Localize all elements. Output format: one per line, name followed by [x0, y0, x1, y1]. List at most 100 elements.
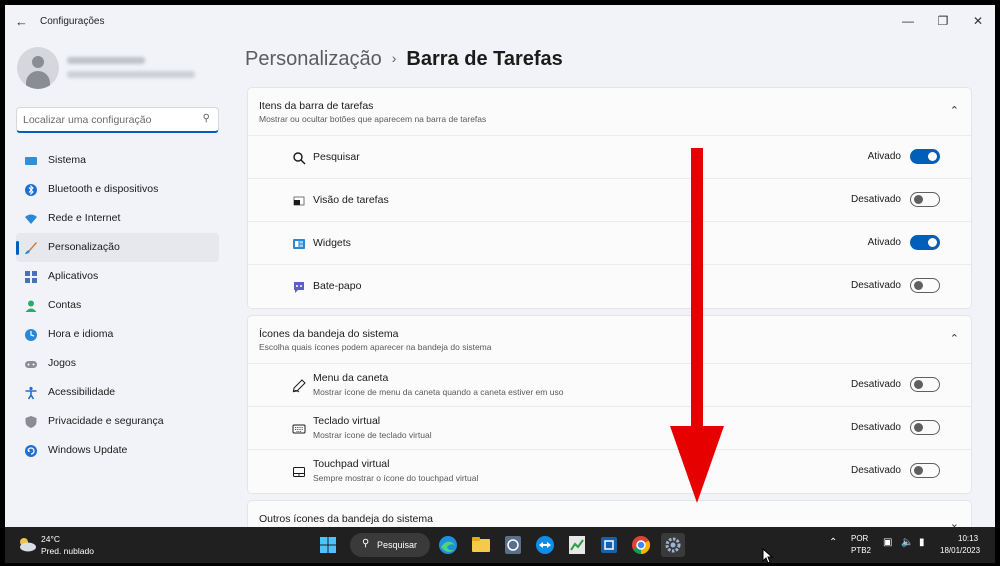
weather-cloud-icon[interactable] [17, 536, 37, 552]
toggle-switch[interactable] [910, 420, 940, 435]
sidebar-item-label: Hora e idioma [48, 328, 114, 340]
page-title: Barra de Tarefas [406, 48, 563, 70]
settings-section: Ícones da bandeja do sistema Escolha quai… [247, 315, 972, 494]
weather-desc[interactable]: Pred. nublado [41, 546, 94, 556]
sidebar-item-aplicativos[interactable]: Aplicativos [16, 262, 219, 291]
section-header[interactable]: Outros ícones da bandeja do sistemaMostr… [248, 501, 971, 527]
sidebar-item-label: Personalização [48, 241, 120, 253]
sidebar-item-hora-e-idioma[interactable]: Hora e idioma [16, 320, 219, 349]
toggle-knob [914, 466, 923, 475]
monitor-icon [24, 154, 38, 168]
sidebar-item-bluetooth-e-dispositivos[interactable]: Bluetooth e dispositivos [16, 175, 219, 204]
setting-title: Menu da caneta [313, 372, 389, 384]
breadcrumb-separator: › [391, 50, 397, 66]
setting-row: Bate-papo Desativado [248, 265, 971, 308]
toggle-knob [914, 423, 923, 432]
section-title: Outros ícones da bandeja do sistema [259, 513, 433, 525]
tray-chevron-up-icon[interactable]: ⌃ [829, 537, 837, 548]
section-header[interactable]: Ícones da bandeja do sistema Escolha quai… [248, 316, 971, 364]
title-bar: ← Configurações — ❐ ✕ [5, 5, 995, 38]
toggle-state-label: Desativado [850, 280, 901, 291]
setting-row: Visão de tarefas Desativado [248, 179, 971, 222]
weather-temp[interactable]: 24°C [41, 534, 60, 544]
network-icon[interactable]: ▣ [883, 537, 892, 548]
avatar[interactable] [17, 47, 59, 89]
chevron-up-icon[interactable]: ⌃ [950, 332, 959, 345]
widgets-icon [292, 237, 306, 251]
setting-title: Bate-papo [313, 280, 362, 292]
section-header[interactable]: Itens da barra de tarefas Mostrar ou ocul… [248, 88, 971, 136]
setting-row: Menu da caneta Mostrar ícone de menu da c… [248, 364, 971, 407]
app-icon[interactable] [565, 533, 589, 557]
back-arrow-icon[interactable]: ← [15, 14, 28, 29]
setting-title: Visão de tarefas [313, 194, 389, 206]
chevron-down-icon[interactable]: ⌄ [950, 517, 959, 527]
toggle-state-label: Ativado [867, 237, 901, 248]
setting-subtitle: Mostrar ícone de teclado virtual [313, 430, 432, 440]
toggle-switch[interactable] [910, 278, 940, 293]
sidebar-item-personalizacao[interactable]: Personalização [16, 233, 219, 262]
task-view-icon [292, 194, 306, 208]
edge-icon[interactable] [436, 533, 460, 557]
sidebar-item-privacidade-e-seguranca[interactable]: Privacidade e segurança [16, 407, 219, 436]
settings-content: Itens da barra de tarefas Mostrar ou ocul… [247, 87, 972, 527]
taskbar: 24°C Pred. nublado ⚲ Pesquisar ⌃ POR PTB… [5, 527, 995, 563]
file-explorer-icon[interactable] [469, 533, 493, 557]
clock-date[interactable]: 18/01/2023 [940, 546, 980, 555]
battery-icon[interactable]: ▮ [919, 537, 925, 548]
search-box[interactable]: ⚲ [16, 107, 219, 133]
keyboard-layout[interactable]: PTB2 [851, 546, 871, 555]
setting-row: Pesquisar Ativado [248, 136, 971, 179]
sidebar-item-contas[interactable]: Contas [16, 291, 219, 320]
search-icon[interactable]: ⚲ [203, 113, 210, 124]
app-icon[interactable] [597, 533, 621, 557]
volume-icon[interactable]: 🔈 [901, 537, 913, 548]
sidebar-item-acessibilidade[interactable]: Acessibilidade [16, 378, 219, 407]
toggle-knob [928, 152, 937, 161]
sidebar-item-label: Rede e Internet [48, 212, 121, 224]
section-description: Escolha quais ícones podem aparecer na b… [259, 342, 492, 352]
maximize-icon[interactable]: ❐ [926, 10, 960, 32]
sidebar-item-label: Contas [48, 299, 82, 311]
windows-start-icon[interactable] [316, 533, 340, 557]
toggle-state-label: Desativado [850, 379, 901, 390]
teamviewer-icon[interactable] [533, 533, 557, 557]
gamepad-icon [24, 357, 38, 371]
toggle-switch[interactable] [910, 192, 940, 207]
settings-icon[interactable] [661, 533, 685, 557]
clock-time[interactable]: 10:13 [958, 534, 978, 543]
sidebar-item-jogos[interactable]: Jogos [16, 349, 219, 378]
toggle-knob [928, 238, 937, 247]
taskbar-search-button[interactable]: ⚲ Pesquisar [350, 533, 430, 557]
sidebar-item-sistema[interactable]: Sistema [16, 146, 219, 175]
bluetooth-icon [24, 183, 38, 197]
search-icon: ⚲ [362, 538, 370, 549]
sidebar-item-label: Bluetooth e dispositivos [48, 183, 159, 195]
apps-icon [24, 270, 38, 284]
sidebar-item-label: Aplicativos [48, 270, 99, 282]
breadcrumb-parent[interactable]: Personalização [245, 48, 382, 70]
chevron-up-icon[interactable]: ⌃ [950, 104, 959, 117]
setting-row: Widgets Ativado [248, 222, 971, 265]
toggle-switch[interactable] [910, 149, 940, 164]
app-icon[interactable] [501, 533, 525, 557]
accessibility-icon [24, 386, 38, 400]
settings-window: ← Configurações — ❐ ✕ ⚲ Sistema Bluetooth… [5, 5, 995, 527]
chrome-icon[interactable] [629, 533, 653, 557]
sidebar-item-rede-e-internet[interactable]: Rede e Internet [16, 204, 219, 233]
setting-title: Teclado virtual [313, 415, 381, 427]
sidebar-item-windows-update[interactable]: Windows Update [16, 436, 219, 465]
toggle-switch[interactable] [910, 463, 940, 478]
sidebar-item-label: Sistema [48, 154, 86, 166]
close-icon[interactable]: ✕ [961, 10, 995, 32]
search-icon [292, 151, 306, 165]
toggle-switch[interactable] [910, 377, 940, 392]
person-icon [24, 299, 38, 313]
minimize-icon[interactable]: — [891, 10, 925, 32]
shield-icon [24, 415, 38, 429]
section-title: Itens da barra de tarefas [259, 100, 374, 112]
toggle-state-label: Desativado [850, 194, 901, 205]
search-input[interactable] [23, 112, 193, 128]
language-code[interactable]: POR [851, 534, 868, 543]
toggle-switch[interactable] [910, 235, 940, 250]
